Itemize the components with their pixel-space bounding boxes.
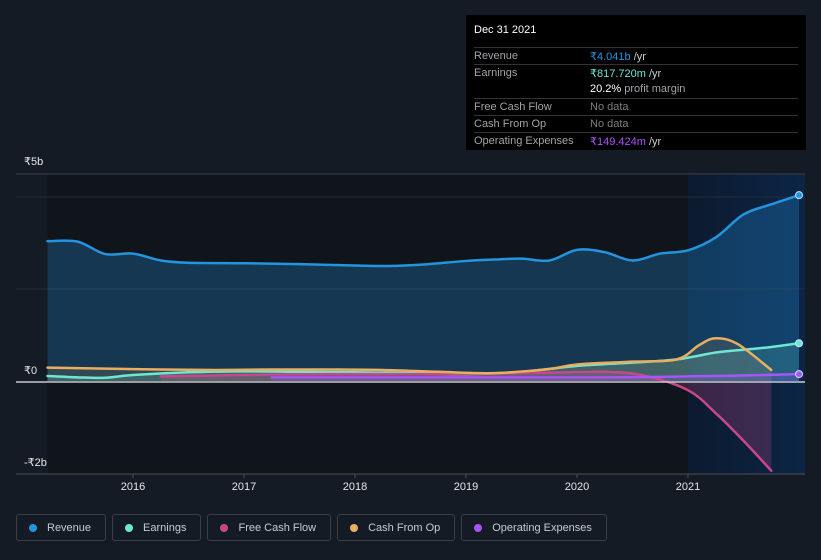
legend-dot-icon — [474, 523, 483, 532]
tooltip-value-amount: 20.2% — [590, 83, 622, 95]
x-tick-label: 2019 — [453, 481, 479, 493]
legend-dot-icon — [220, 523, 229, 532]
tooltip-value-amount: No data — [590, 118, 629, 130]
x-tick-label: 2021 — [675, 481, 701, 493]
x-tick-label: 2017 — [231, 481, 257, 493]
x-tick-label: 2018 — [342, 481, 368, 493]
tooltip-row-label: Free Cash Flow — [474, 101, 552, 113]
legend-dot-icon — [29, 523, 37, 532]
tooltip-row-value: 20.2% profit margin — [590, 83, 685, 95]
tooltip-value-amount: ₹149.424m — [590, 136, 646, 148]
tooltip-row: Revenue ₹4.041b /yr — [474, 47, 798, 65]
legend-label: Earnings — [143, 521, 187, 534]
legend-dot-icon — [125, 523, 134, 532]
legend-dot-icon — [350, 523, 359, 532]
tooltip-value-unit: /yr — [630, 51, 646, 63]
tooltip-row-label: Cash From Op — [474, 118, 547, 130]
series-endpoint-revenue — [795, 191, 803, 200]
y-tick-label: -₹2b — [24, 457, 47, 469]
x-tick-label: 2016 — [120, 481, 146, 493]
tooltip-value-amount: ₹4.041b — [590, 51, 631, 63]
tooltip-row: Free Cash Flow No data — [474, 98, 798, 116]
tooltip-row: Earnings ₹817.720m /yr — [474, 64, 798, 82]
series-endpoint-operating-expenses — [795, 370, 803, 379]
legend-label: Operating Expenses — [492, 521, 592, 534]
legend-label: Revenue — [47, 521, 92, 534]
tooltip-row-label: Revenue — [474, 50, 519, 62]
tooltip-value-amount: ₹817.720m — [590, 68, 646, 80]
legend-item-cash-from-op[interactable]: Cash From Op — [337, 514, 456, 541]
legend-item-earnings[interactable]: Earnings — [112, 514, 202, 541]
tooltip-value-unit: /yr — [645, 68, 662, 80]
legend: Revenue Earnings Free Cash Flow Cash From O… — [16, 514, 607, 541]
tooltip-row-value: ₹4.041b /yr — [590, 50, 646, 63]
tooltip-value-amount: No data — [590, 101, 629, 113]
tooltip: Dec 31 2021 Revenue ₹4.041b /yr Earnings … — [466, 15, 806, 150]
legend-item-free-cash-flow[interactable]: Free Cash Flow — [207, 514, 332, 541]
tooltip-row-value: ₹149.424m /yr — [590, 135, 661, 148]
legend-label: Free Cash Flow — [238, 521, 317, 534]
tooltip-row-value: No data — [590, 118, 629, 130]
tooltip-date: Dec 31 2021 — [474, 24, 537, 36]
x-tick-label: 2020 — [564, 481, 590, 493]
legend-item-revenue[interactable]: Revenue — [16, 514, 107, 541]
legend-label: Cash From Op — [368, 521, 441, 534]
tooltip-row-value: No data — [590, 101, 629, 113]
series-endpoint-earnings — [795, 339, 803, 348]
y-tick-label: ₹0 — [24, 365, 38, 377]
tooltip-row-label: Earnings — [474, 67, 518, 79]
legend-item-operating-expenses[interactable]: Operating Expenses — [461, 514, 607, 541]
tooltip-row: Operating Expenses ₹149.424m /yr — [474, 132, 798, 150]
y-tick-label: ₹5b — [24, 156, 44, 168]
tooltip-value-unit: /yr — [645, 136, 662, 148]
tooltip-row: Cash From Op No data — [474, 115, 798, 133]
tooltip-row: 20.2% profit margin — [474, 81, 798, 98]
tooltip-row-label: Operating Expenses — [474, 135, 574, 147]
tooltip-value-unit: profit margin — [621, 83, 686, 95]
tooltip-row-value: ₹817.720m /yr — [590, 67, 661, 80]
